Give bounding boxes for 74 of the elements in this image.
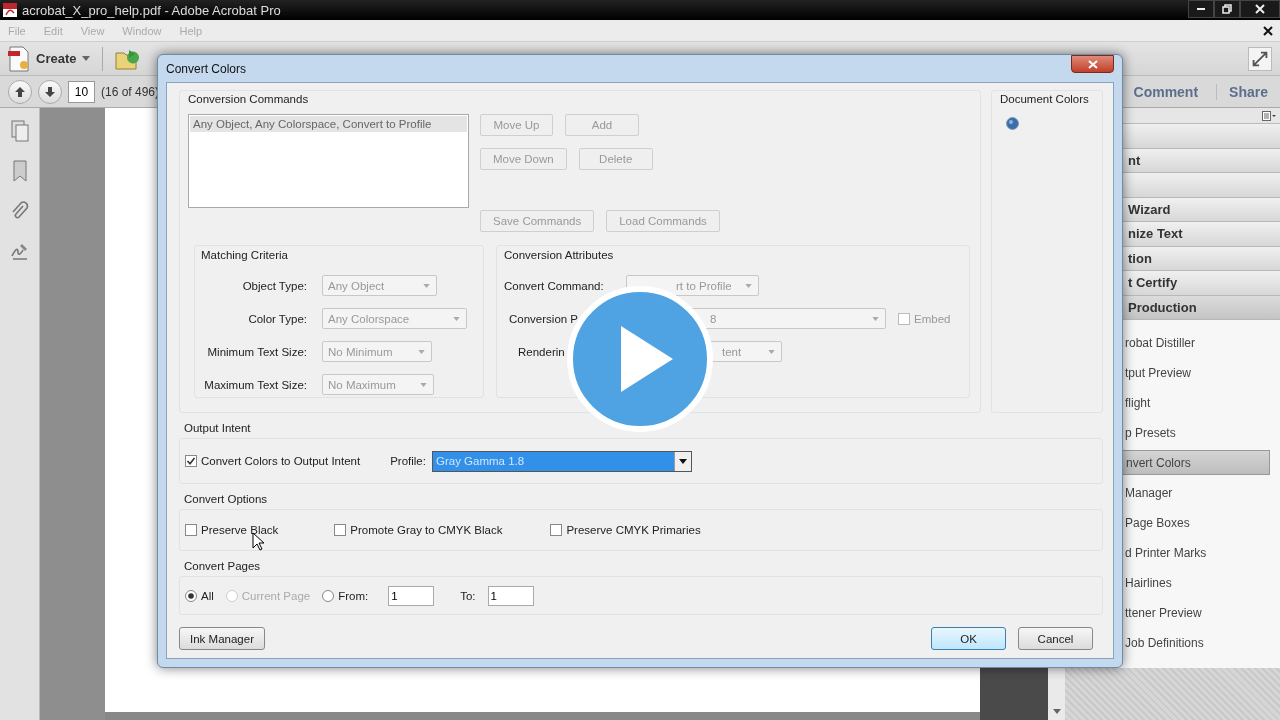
field-label: Profile: — [390, 455, 426, 467]
section-heading: Convert Options — [183, 493, 269, 505]
page-number-field[interactable]: 10 — [68, 80, 95, 103]
field-label: Object Type: — [241, 279, 308, 292]
cursor-icon — [252, 532, 265, 551]
field-label: Renderin — [517, 345, 566, 358]
checkbox-label: Promote Gray to CMYK Black — [350, 524, 503, 536]
checkbox[interactable] — [334, 524, 347, 536]
paperclip-icon[interactable] — [9, 200, 30, 222]
section-heading: Convert Pages — [183, 560, 262, 572]
checkbox[interactable] — [550, 524, 563, 536]
section-heading: Output Intent — [183, 422, 252, 434]
caret-icon — [872, 316, 879, 321]
field-label: Convert Command: — [504, 279, 605, 292]
expand-icon[interactable] — [1248, 46, 1272, 71]
from-page-field[interactable]: 1 — [388, 585, 435, 606]
caret-icon — [82, 56, 91, 61]
caret-icon — [420, 382, 427, 387]
field-label: To: — [460, 589, 476, 602]
field-label: Maximum Text Size: — [203, 378, 308, 391]
next-page-button[interactable] — [38, 79, 62, 104]
section-heading: Matching Criteria — [201, 249, 289, 261]
pdf-file-icon — [2, 2, 18, 18]
radio-label: Current Page — [241, 589, 311, 602]
previous-page-button[interactable] — [8, 79, 32, 104]
checkbox-label: Convert Colors to Output Intent — [201, 455, 361, 467]
radio-label: All — [201, 589, 214, 602]
caret-icon — [418, 349, 425, 354]
field-label: Color Type: — [247, 312, 308, 325]
document-icon — [8, 45, 30, 72]
list-item[interactable]: Any Object, Any Colorspace, Convert to Profile — [190, 116, 467, 132]
ink-manager-button[interactable]: Ink Manager — [179, 627, 265, 650]
minimize-button[interactable] — [1188, 0, 1214, 18]
ok-button[interactable]: OK — [931, 627, 1006, 650]
restore-button[interactable] — [1214, 0, 1240, 18]
section-heading: Conversion Commands — [188, 93, 310, 105]
checkbox[interactable] — [185, 455, 197, 467]
caret-icon — [768, 349, 775, 354]
color-swatch-icon[interactable] — [1006, 117, 1019, 130]
close-icon — [1255, 4, 1265, 14]
minimize-icon — [1196, 7, 1206, 11]
radio-button[interactable] — [322, 589, 335, 602]
caret-icon — [423, 283, 430, 288]
caret-icon — [745, 283, 752, 288]
create-button[interactable]: Create — [8, 45, 91, 72]
close-button[interactable] — [1071, 55, 1114, 73]
caret-icon — [678, 458, 687, 464]
up-arrow-icon — [14, 85, 26, 98]
caret-icon — [453, 316, 460, 321]
caret-icon — [1052, 709, 1061, 714]
cancel-button[interactable]: Cancel — [1018, 627, 1093, 650]
restore-icon — [1222, 4, 1232, 14]
checkbox[interactable] — [185, 524, 197, 536]
close-button[interactable] — [1240, 0, 1280, 18]
command-list[interactable]: Any Object, Any Colorspace, Convert to Profile — [188, 114, 469, 208]
checkbox-label: Preserve Black — [201, 524, 279, 536]
checkbox-label: Embed — [914, 312, 951, 325]
field-label: Minimum Text Size: — [206, 345, 308, 358]
folder-icon[interactable] — [115, 47, 140, 70]
close-icon — [1087, 59, 1098, 69]
radio-label: From: — [338, 589, 369, 602]
pages-icon[interactable] — [9, 120, 30, 142]
window-title: acrobat_X_pro_help.pdf - Adobe Acrobat Pro — [22, 2, 282, 18]
checkbox-label: Preserve CMYK Primaries — [566, 524, 701, 536]
down-arrow-icon — [44, 85, 56, 98]
dialog-title: Convert Colors — [166, 61, 247, 76]
task-button[interactable]: Share — [1216, 83, 1280, 100]
panel-options-icon[interactable] — [1262, 110, 1276, 121]
to-page-field[interactable]: 1 — [487, 585, 534, 606]
section-heading: Conversion Attributes — [504, 249, 615, 261]
radio-button[interactable] — [185, 589, 197, 602]
field-label: Conversion P — [508, 312, 580, 325]
section-heading: Document Colors — [1000, 93, 1090, 105]
close-icon[interactable] — [1262, 24, 1274, 37]
